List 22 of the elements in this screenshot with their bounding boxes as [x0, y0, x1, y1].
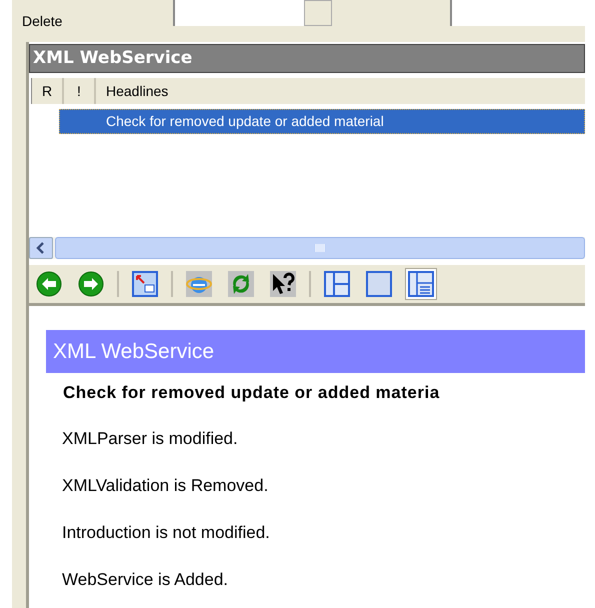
column-header[interactable]: Headlines	[96, 78, 585, 104]
refresh-button[interactable]	[225, 268, 257, 300]
split-layout-button[interactable]	[321, 268, 353, 300]
preview-line: XMLParser is modified.	[62, 428, 239, 450]
preview-line: XMLValidation is Removed.	[62, 475, 270, 497]
browser-button[interactable]	[183, 268, 215, 300]
help-button[interactable]	[267, 268, 299, 300]
popout-button[interactable]	[129, 268, 161, 300]
preview-heading: Check for removed update or added materia	[63, 383, 441, 403]
column-header[interactable]: !	[64, 78, 96, 104]
panel-title-bar: XML WebService	[29, 44, 585, 73]
preview-line: WebService is Added.	[62, 569, 229, 591]
date-filter-field[interactable]	[450, 0, 586, 26]
column-header[interactable]: R	[32, 78, 64, 104]
delete-label[interactable]: Delete	[22, 13, 158, 29]
single-layout-button[interactable]	[363, 268, 395, 300]
scroll-left-button[interactable]	[29, 237, 53, 259]
preview-line: Introduction is not modified.	[62, 522, 271, 544]
type-dropdown[interactable]	[173, 0, 332, 26]
preview-layout-button[interactable]	[405, 268, 437, 300]
headline-row[interactable]: Check for removed update or added material	[59, 109, 585, 134]
preview-title-bar: XML WebService	[46, 330, 585, 373]
